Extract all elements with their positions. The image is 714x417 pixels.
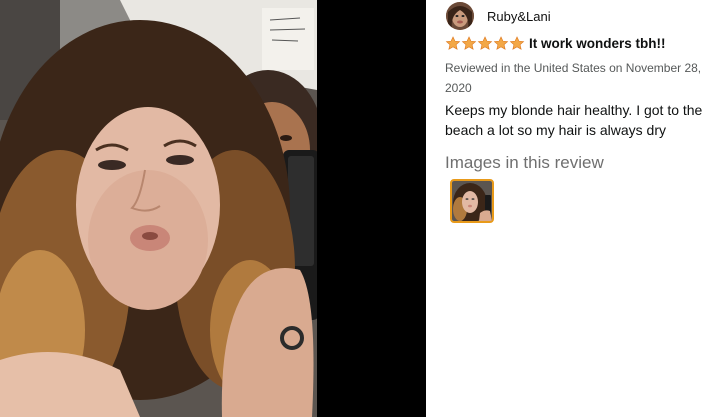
reviewer-name[interactable]: Ruby&Lani <box>487 9 551 24</box>
star-icon <box>461 36 477 50</box>
star-icon <box>477 36 493 50</box>
avatar[interactable] <box>446 2 474 30</box>
avatar-image <box>446 2 474 30</box>
viewer-backdrop <box>317 0 426 417</box>
rating-row: It work wonders tbh!! <box>445 36 666 51</box>
review-photo <box>0 0 317 417</box>
image-viewer: Ruby&Lani It work wonders tbh!! Reviewed… <box>0 0 714 417</box>
review-photo-image <box>0 0 317 417</box>
review-title: It work wonders tbh!! <box>529 36 666 51</box>
star-icon <box>493 36 509 50</box>
reviewer-profile[interactable]: Ruby&Lani <box>446 2 551 30</box>
review-panel: Ruby&Lani It work wonders tbh!! Reviewed… <box>426 0 714 417</box>
review-image-thumbnail[interactable] <box>450 179 494 223</box>
star-icon <box>445 36 461 50</box>
star-rating[interactable] <box>445 36 525 51</box>
images-heading: Images in this review <box>445 153 604 172</box>
review-date: Reviewed in the United States on Novembe… <box>445 61 702 95</box>
review-body: Keeps my blonde hair healthy. I got to t… <box>445 102 703 138</box>
thumbnail-image <box>452 181 492 221</box>
star-icon <box>509 36 525 50</box>
